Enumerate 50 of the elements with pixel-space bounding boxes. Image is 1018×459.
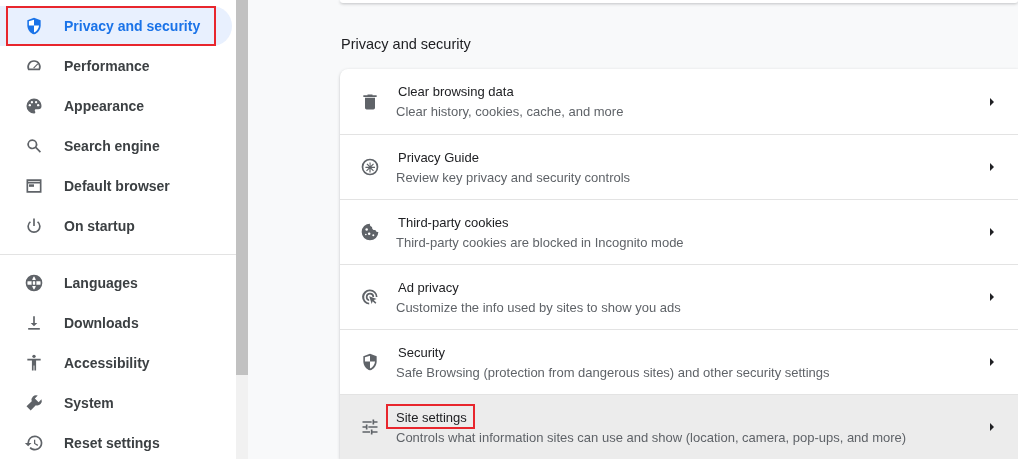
row-description: Third-party cookies are blocked in Incognito mode [396, 234, 684, 250]
sidebar-item[interactable]: On startup [0, 206, 232, 246]
row-title: Site settings [386, 403, 475, 429]
sidebar-item[interactable]: Search engine [0, 126, 232, 166]
scrollbar-thumb[interactable] [236, 0, 248, 375]
row-description: Review key privacy and security controls [396, 169, 631, 185]
power-icon [24, 216, 44, 236]
settings-row[interactable]: Ad privacy Customize the info used by sites to show you ads [340, 264, 1018, 329]
caret-right-icon [987, 357, 997, 367]
sidebar-item[interactable]: Languages [0, 263, 232, 303]
row-title: Privacy Guide [397, 148, 480, 167]
section-heading: Privacy and security [341, 36, 472, 52]
row-title: Third-party cookies [397, 213, 510, 232]
row-description: Clear history, cookies, cache, and more [396, 104, 624, 119]
caret-right-icon [987, 227, 997, 237]
row-title: Ad privacy [397, 278, 460, 297]
sidebar-item[interactable]: Appearance [0, 86, 232, 126]
settings-row[interactable]: Site settings Controls what information sites can use and show (location, camera, pop-ups, and more) [340, 394, 1018, 459]
settings-row[interactable]: Clear browsing data Clear history, cookies, cache, and more [340, 69, 1018, 134]
sidebar-item[interactable]: Downloads [0, 303, 232, 343]
caret-right-icon [987, 292, 997, 302]
palette-icon [24, 96, 44, 116]
scrollbar[interactable] [236, 0, 248, 459]
cookie-icon [360, 222, 380, 242]
row-description: Customize the info used by sites to show you ads [396, 299, 681, 315]
sidebar-item[interactable]: Default browser [0, 166, 232, 206]
settings-row[interactable]: Third-party cookies Third-party cookies are blocked in Incognito mode [340, 199, 1018, 264]
wrench-icon [24, 393, 44, 413]
row-title: Security [397, 343, 446, 362]
sidebar-item[interactable]: System [0, 383, 232, 423]
person-icon [24, 353, 44, 373]
shield-icon [360, 352, 380, 372]
row-description: Controls what information sites can use and show (location, camera, pop-ups, and more) [396, 429, 907, 445]
row-title: Clear browsing data [397, 83, 515, 101]
caret-right-icon [987, 96, 997, 107]
shield-icon [24, 16, 44, 36]
sidebar-item[interactable]: Privacy and security [0, 6, 232, 46]
sidebar-item[interactable]: Performance [0, 46, 232, 86]
settings-row[interactable]: Privacy Guide Review key privacy and security controls [340, 134, 1018, 199]
sidebar-item[interactable]: Reset settings [0, 423, 232, 459]
caret-right-icon [987, 422, 997, 432]
browser-window-icon [24, 176, 44, 196]
row-description: Safe Browsing (protection from dangerous sites) and other security settings [396, 364, 830, 380]
caret-right-icon [987, 162, 997, 172]
sidebar-item[interactable]: Accessibility [0, 343, 232, 383]
sliders-icon [360, 417, 380, 437]
compass-icon [360, 157, 380, 177]
cursor-target-icon [360, 287, 380, 307]
history-icon [24, 433, 44, 453]
globe-icon [24, 273, 44, 293]
